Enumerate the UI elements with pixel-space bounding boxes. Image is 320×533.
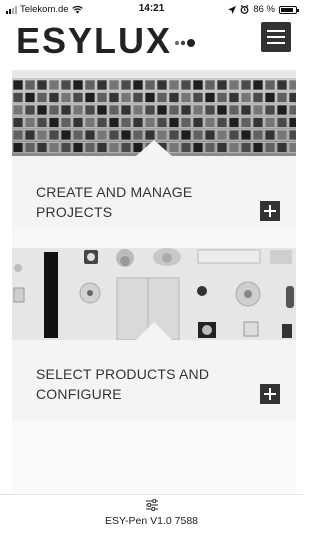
app-footer: ESY-Pen V1.0 7588 <box>0 494 303 533</box>
select-products-card[interactable]: SELECT PRODUCTS AND CONFIGURE <box>12 248 296 420</box>
card-title-line1: CREATE AND MANAGE <box>36 184 193 200</box>
add-project-plus-icon[interactable] <box>260 201 280 221</box>
sliders-icon[interactable] <box>145 499 159 511</box>
hamburger-menu-icon[interactable] <box>261 22 291 52</box>
card-title: CREATE AND MANAGE PROJECTS <box>36 182 192 222</box>
status-bar: Telekom.de 14:21 86 % <box>0 0 303 18</box>
add-product-plus-icon[interactable] <box>260 384 280 404</box>
card-title-line2: PROJECTS <box>36 204 113 220</box>
logo-dots-icon <box>175 39 196 48</box>
card-title-line1: SELECT PRODUCTS AND <box>36 366 210 382</box>
card-separator <box>12 228 296 248</box>
content-bottom-area <box>12 420 296 494</box>
battery-icon <box>279 5 299 14</box>
status-right: 86 % <box>228 4 299 15</box>
battery-percent: 86 % <box>253 4 275 15</box>
create-projects-card[interactable]: CREATE AND MANAGE PROJECTS <box>12 70 296 228</box>
products-collage-photo <box>12 248 296 340</box>
location-arrow-icon <box>228 5 237 14</box>
alarm-icon <box>240 5 249 14</box>
esylux-logo: ESYLUX <box>16 21 196 61</box>
office-building-facade-photo <box>12 70 296 156</box>
app-header: ESYLUX <box>0 18 303 66</box>
card-title-line2: CONFIGURE <box>36 386 122 402</box>
logo-text: ESYLUX <box>16 20 173 61</box>
app-version: ESY-Pen V1.0 7588 <box>104 515 199 527</box>
card-title: SELECT PRODUCTS AND CONFIGURE <box>36 364 209 404</box>
